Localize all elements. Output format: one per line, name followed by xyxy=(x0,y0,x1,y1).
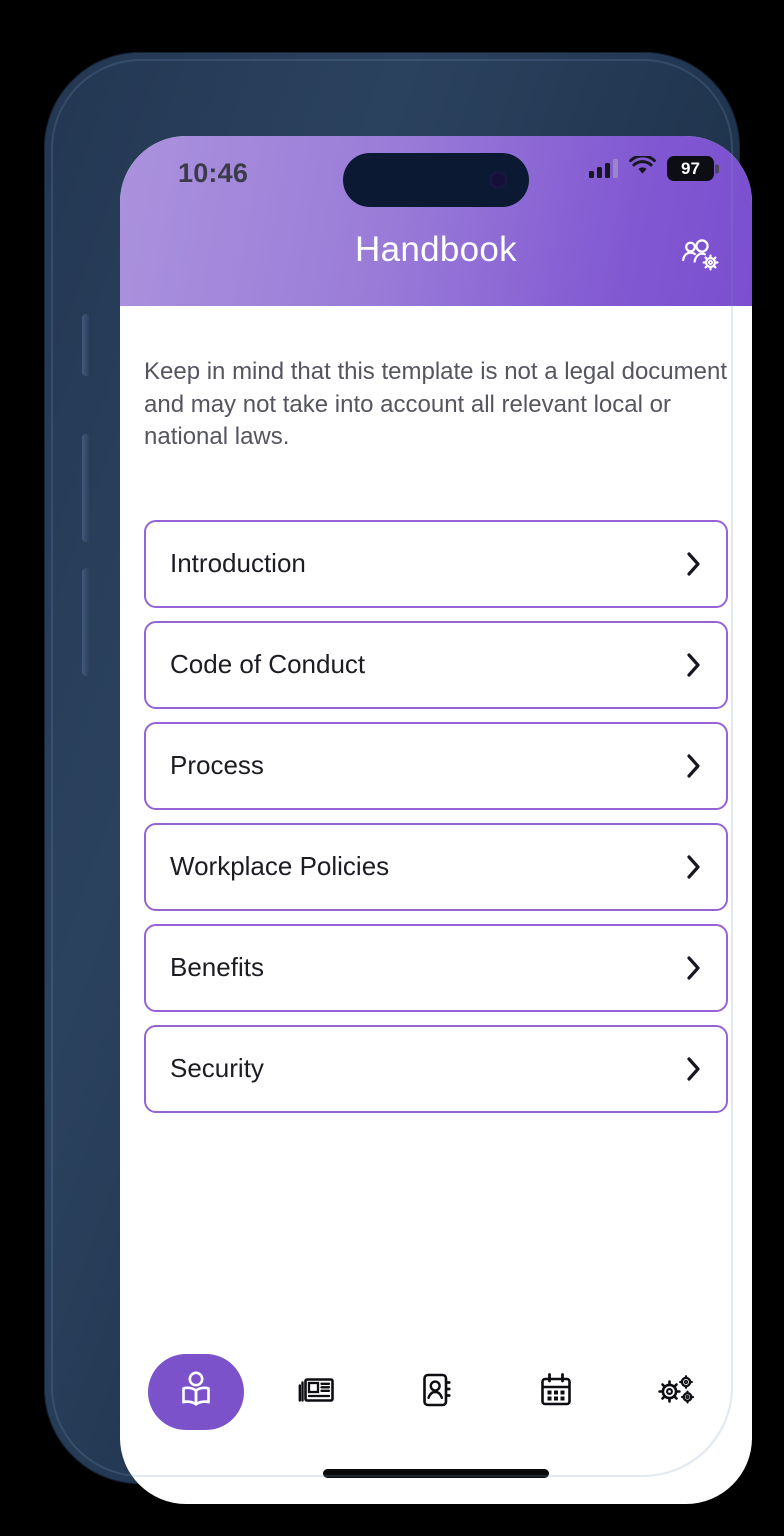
bottom-navigation-bar xyxy=(120,1344,752,1440)
address-book-icon xyxy=(415,1369,457,1416)
main-content: Keep in mind that this template is not a… xyxy=(120,356,752,1113)
status-bar: 10:46 97 xyxy=(120,136,752,208)
front-camera-icon xyxy=(490,171,507,189)
users-cog-icon[interactable] xyxy=(678,234,724,280)
newspaper-icon xyxy=(295,1369,337,1416)
cellular-signal-icon xyxy=(589,159,618,178)
section-card-label: Code of Conduct xyxy=(170,649,366,680)
mute-switch-button[interactable] xyxy=(82,314,89,376)
section-card-label: Security xyxy=(170,1053,264,1084)
battery-level-label: 97 xyxy=(681,159,700,178)
section-card-process[interactable]: Process xyxy=(144,721,728,810)
intro-note: Keep in mind that this template is not a… xyxy=(144,358,728,451)
cogs-icon xyxy=(654,1369,698,1416)
battery-icon: 97 xyxy=(667,156,714,181)
section-card-label: Benefits xyxy=(170,952,264,983)
section-card-benefits[interactable]: Benefits xyxy=(144,923,728,1012)
nav-item-calendar[interactable] xyxy=(508,1354,604,1430)
nav-item-settings[interactable] xyxy=(628,1354,724,1430)
home-indicator[interactable] xyxy=(323,1469,549,1478)
handbook-section-list: Introduction Code of Conduct Process Wor… xyxy=(144,519,728,1113)
nav-item-news[interactable] xyxy=(268,1354,364,1430)
book-reader-icon xyxy=(175,1369,217,1416)
screenshot-root: 10:46 97 Handbook Keep in mind that this… xyxy=(0,0,784,1536)
nav-item-directory[interactable] xyxy=(388,1354,484,1430)
phone-device-frame: 10:46 97 Handbook Keep in mind that this… xyxy=(44,52,752,1504)
phone-screen: 10:46 97 Handbook Keep in mind that this… xyxy=(120,136,752,1504)
volume-up-button[interactable] xyxy=(82,434,89,542)
chevron-right-icon xyxy=(686,1056,702,1082)
chevron-right-icon xyxy=(686,854,702,880)
section-card-label: Workplace Policies xyxy=(170,851,390,882)
dynamic-island xyxy=(343,153,529,207)
section-card-workplace-policies[interactable]: Workplace Policies xyxy=(144,822,728,911)
app-header: 10:46 97 Handbook xyxy=(120,136,752,306)
section-card-label: Introduction xyxy=(170,548,306,579)
chevron-right-icon xyxy=(686,652,702,678)
section-card-label: Process xyxy=(170,750,264,781)
nav-item-handbook[interactable] xyxy=(148,1354,244,1430)
section-card-security[interactable]: Security xyxy=(144,1024,728,1113)
page-title: Handbook xyxy=(355,230,517,269)
section-card-introduction[interactable]: Introduction xyxy=(144,519,728,608)
status-bar-icons: 97 xyxy=(589,154,714,181)
volume-down-button[interactable] xyxy=(82,568,89,676)
header-title-row: Handbook xyxy=(120,208,752,306)
chevron-right-icon xyxy=(686,551,702,577)
calendar-icon xyxy=(535,1369,577,1416)
chevron-right-icon xyxy=(686,753,702,779)
status-bar-time: 10:46 xyxy=(178,158,249,188)
chevron-right-icon xyxy=(686,955,702,981)
section-card-code-of-conduct[interactable]: Code of Conduct xyxy=(144,620,728,709)
wifi-icon xyxy=(629,154,656,181)
